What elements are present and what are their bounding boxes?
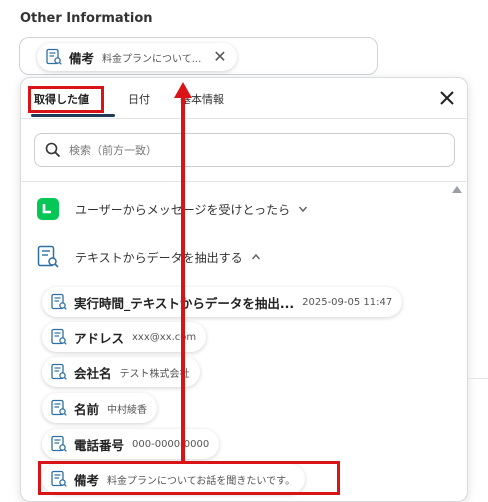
item-name: 備考: [74, 472, 100, 488]
remove-chip-icon[interactable]: ✕: [213, 49, 226, 65]
value-item-execution-time[interactable]: 実行時間_テキストからデータを抽出... 2025-09-05 11:47: [42, 287, 403, 317]
item-value: 2025-09-05 11:47: [302, 296, 393, 308]
other-information-field[interactable]: 備考 料金プランについて... ✕: [19, 37, 378, 75]
tab-date[interactable]: 日付: [128, 91, 150, 107]
tab-bar: 取得した値 日付 基本情報: [21, 78, 467, 119]
text-extract-icon: [51, 363, 67, 380]
value-item-phone[interactable]: 電話番号 000-0000-0000: [42, 429, 220, 459]
text-extract-icon: [51, 399, 67, 416]
search-input[interactable]: [67, 142, 431, 158]
scroll-up-arrow[interactable]: [452, 186, 462, 193]
text-extract-icon: [37, 245, 59, 268]
active-tab-indicator: [31, 114, 115, 117]
group-label: テキストからデータを抽出する: [75, 250, 243, 265]
item-value: 料金プランについてお話を聞きたいです。: [107, 475, 296, 487]
annotation-arrow-line: [181, 96, 185, 464]
item-value: テスト株式会社: [119, 368, 190, 380]
close-icon[interactable]: [438, 89, 456, 107]
item-name: 電話番号: [74, 437, 125, 453]
value-item-name[interactable]: 名前 中村綾香: [42, 393, 158, 423]
text-extract-icon: [46, 48, 62, 65]
item-name: アドレス: [74, 330, 125, 346]
annotation-arrow-head: [174, 82, 192, 98]
line-app-icon: [37, 198, 59, 220]
text-extract-icon: [51, 435, 67, 452]
search-box[interactable]: [34, 133, 455, 167]
value-picker-panel: 取得した値 日付 基本情報 ユーザーからメッセージを受けとったら: [20, 77, 468, 502]
group-text-extraction[interactable]: テキストからデータを抽出する: [36, 245, 261, 269]
text-extract-icon: [51, 293, 67, 310]
tab-acquired-values[interactable]: 取得した値: [34, 91, 89, 107]
chevron-up-icon: [251, 253, 260, 260]
item-value: xxx@xx.com: [132, 331, 197, 343]
item-name: 名前: [74, 401, 100, 417]
value-item-remarks[interactable]: 備考 料金プランについてお話を聞きたいです。: [42, 464, 306, 494]
background-divider: [468, 378, 488, 379]
item-name: 会社名: [74, 365, 112, 381]
item-value: 000-0000-0000: [132, 438, 210, 450]
search-icon: [45, 142, 61, 158]
text-extract-icon: [51, 328, 67, 345]
chevron-down-icon: [299, 206, 308, 213]
group-line-message-trigger[interactable]: ユーザーからメッセージを受けとったら: [36, 197, 308, 221]
section-title: Other Information: [20, 11, 153, 26]
value-item-company[interactable]: 会社名 テスト株式会社: [42, 357, 200, 387]
chip-value: 料金プランについて...: [102, 53, 202, 65]
item-value: 中村綾香: [107, 404, 148, 416]
text-extract-icon: [51, 470, 67, 487]
chip-name: 備考: [69, 50, 95, 66]
divider: [21, 181, 467, 182]
selected-value-chip[interactable]: 備考 料金プランについて... ✕: [37, 43, 237, 71]
